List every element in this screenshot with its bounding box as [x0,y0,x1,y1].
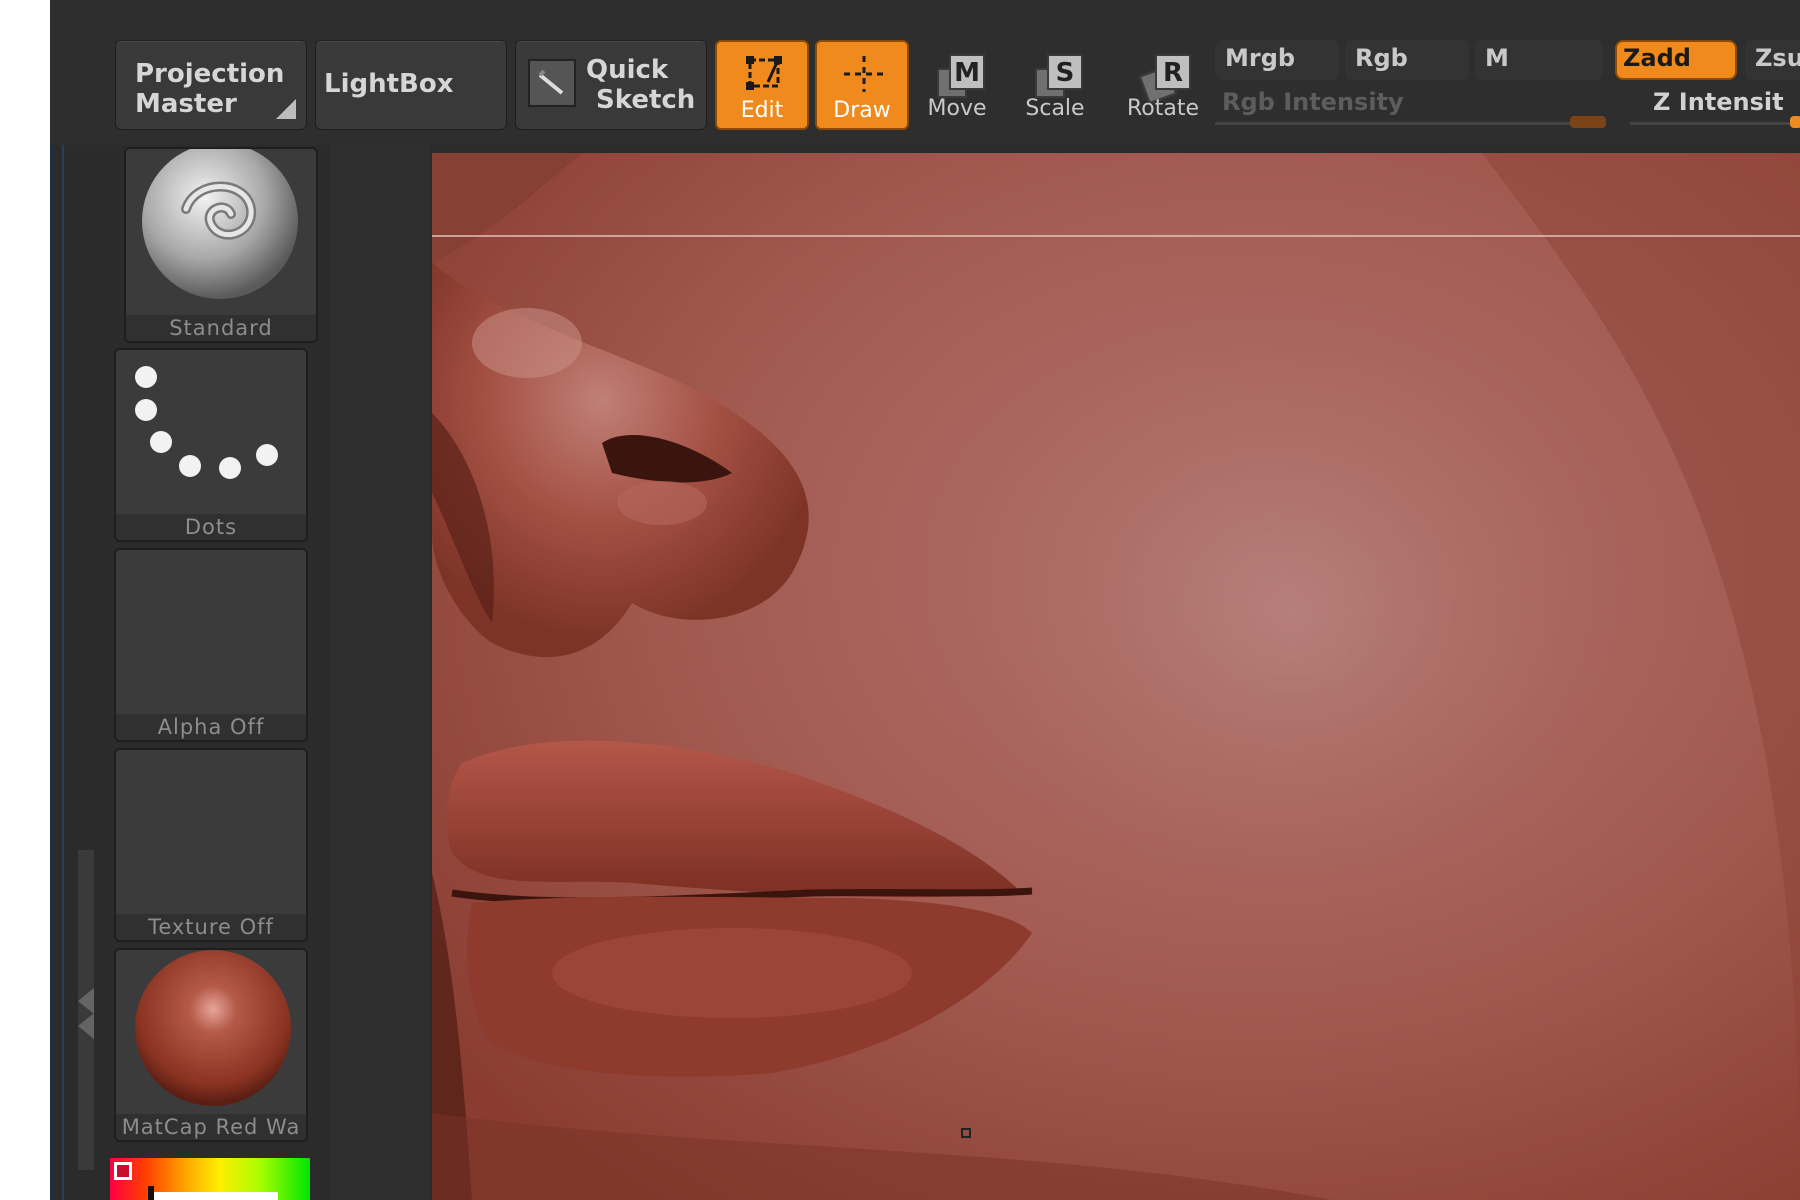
collapse-arrow-icon-2[interactable] [78,1013,94,1039]
texture-label: Texture Off [116,914,306,940]
color-picker[interactable] [110,1158,310,1200]
draw-button[interactable]: Draw [815,40,909,130]
texture-tile[interactable]: Texture Off [114,748,308,942]
z-intensity-handle[interactable] [1790,116,1800,128]
quick-sketch-label-line1: Quick [586,55,669,85]
brush-label: Standard [126,315,316,341]
lightbox-button[interactable]: LightBox [315,40,507,130]
rotate-icon: R [1133,50,1193,105]
matcap-sphere-icon [135,950,291,1106]
brush-cursor-icon [961,1128,971,1138]
brush-tile[interactable]: Standard [124,147,318,343]
stroke-label: Dots [116,514,306,540]
rotate-label: Rotate [1126,96,1200,121]
rgb-intensity-label: Rgb Intensity [1222,88,1404,116]
quick-sketch-label-line2: Sketch [596,85,696,115]
material-label: MatCap Red Wa [116,1114,306,1140]
edit-label: Edit [740,98,784,123]
rotate-button[interactable]: R Rotate [1116,40,1210,130]
z-intensity-label: Z Intensit [1653,88,1784,116]
rgb-button[interactable]: Rgb [1345,40,1469,80]
edit-icon [746,56,782,90]
draw-icon [844,56,884,92]
zsub-button[interactable]: Zsu [1745,40,1800,80]
quick-sketch-icon [528,59,576,107]
move-label: Move [927,96,987,121]
material-tile[interactable]: MatCap Red Wa [114,948,308,1142]
quick-sketch-button[interactable]: Quick Sketch [515,40,707,130]
sculpt-canvas[interactable] [432,153,1800,1200]
projection-master-label-line1: Projection [135,59,285,89]
collapse-arrow-icon[interactable] [78,988,94,1014]
corner-marker-icon [276,99,296,119]
edit-button[interactable]: Edit [715,40,809,130]
viewport-gutter [330,145,430,1200]
z-intensity-slider[interactable] [1630,122,1800,125]
color-picker-caret [148,1186,154,1200]
alpha-tile[interactable]: Alpha Off [114,548,308,742]
move-button[interactable]: M Move [910,40,1004,130]
rgb-intensity-slider[interactable] [1215,122,1600,125]
guide-line [432,235,1800,237]
projection-master-button[interactable]: Projection Master [115,40,307,130]
mrgb-button[interactable]: Mrgb [1215,40,1339,80]
scale-icon: S [1025,50,1085,100]
dots-stroke-icon [116,350,306,518]
alpha-label: Alpha Off [116,714,306,740]
window-edge [50,0,53,1200]
sculpt-model-face [432,153,1800,1200]
main-color-swatch[interactable] [114,1162,132,1180]
color-picker-bar [148,1192,278,1200]
rgb-intensity-handle[interactable] [1570,116,1606,128]
m-button[interactable]: M [1475,40,1603,80]
stroke-tile[interactable]: Dots [114,348,308,542]
lightbox-label: LightBox [324,69,454,99]
zadd-button[interactable]: Zadd [1615,40,1737,80]
move-icon: M [927,50,987,100]
scale-button[interactable]: S Scale [1008,40,1102,130]
standard-brush-icon [142,149,298,299]
scale-label: Scale [1025,96,1085,121]
draw-label: Draw [833,98,891,123]
